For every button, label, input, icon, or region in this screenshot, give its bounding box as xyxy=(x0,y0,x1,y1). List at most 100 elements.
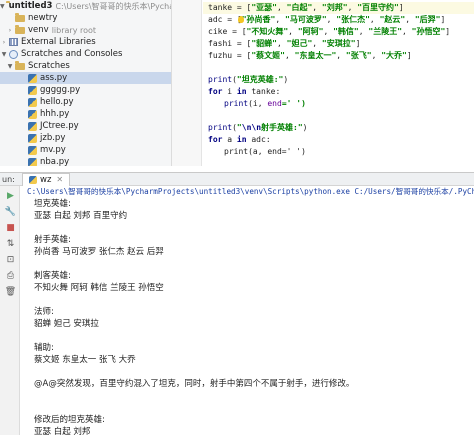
console-output-line: 修改后的坦克英雄: xyxy=(34,415,105,425)
string-literal: "安琪拉" xyxy=(321,39,356,48)
assign-operator: = [ xyxy=(232,39,252,48)
file-label: hhh.py xyxy=(40,109,70,119)
file-label: mv.py xyxy=(40,145,66,155)
variable-name: fuzhu xyxy=(208,51,233,60)
tree-label: venv xyxy=(28,25,49,35)
code-line-assignment: fuzhu = ["蔡文姬", "东皇太一", "张飞", "大乔"] xyxy=(208,50,412,62)
string-literal: "张仁杰" xyxy=(336,15,370,24)
console-output-line: @A@突然发现，百里守约混入了坦克，同时，射手中第四个不属于射手，进行修改。 xyxy=(34,379,355,389)
console-output-line: 不知火舞 阿轲 韩信 兰陵王 孙悟空 xyxy=(34,283,164,293)
string-literal: "孙尚香" xyxy=(241,15,276,24)
tree-label: Scratches xyxy=(28,61,70,71)
string-literal: "阿轲" xyxy=(297,27,324,36)
comma: , xyxy=(405,15,415,24)
code-line-assignment: cike = ["不知火舞", "阿轲", "韩信", "兰陵王", "孙悟空"… xyxy=(208,26,450,38)
console-output-line: 亚瑟 白起 刘邦 xyxy=(34,427,91,435)
console-output-line: 坦克英雄: xyxy=(34,199,71,209)
string-literal: "孙悟空" xyxy=(411,27,446,36)
comma: , xyxy=(371,51,382,60)
close-bracket: ] xyxy=(440,15,446,24)
python-file-icon xyxy=(29,175,37,184)
console-output-line: 射手英雄: xyxy=(34,235,71,245)
library-root-hint: library root xyxy=(51,25,97,35)
tree-row-file-selected[interactable]: ass.py xyxy=(0,72,171,84)
folder-icon xyxy=(15,24,25,34)
code-line-print-2: print("\n\n射手英雄:") xyxy=(208,123,308,132)
tree-label: Scratches and Consoles xyxy=(21,49,123,59)
string-literal: "后羿" xyxy=(414,15,441,24)
comma: , xyxy=(358,27,369,36)
assign-operator: = [ xyxy=(232,51,252,60)
tree-row-file[interactable]: ggggg.py xyxy=(0,84,171,96)
stop-icon[interactable]: ■ xyxy=(5,222,16,233)
project-tree: ▼ untitled3 C:\Users\智哥哥的快乐本\Pycharm new… xyxy=(0,0,172,166)
comma: , xyxy=(285,51,295,60)
run-tab-wz[interactable]: wz ✕ xyxy=(22,172,71,186)
comma: , xyxy=(312,3,322,12)
tree-row-scratches-and-consoles[interactable]: ▼ Scratches and Consoles xyxy=(0,48,171,60)
tree-row-venv[interactable]: › venv library root xyxy=(0,24,171,36)
comma: , xyxy=(277,3,287,12)
expand-arrow-icon[interactable]: › xyxy=(0,39,8,46)
rerun-icon[interactable]: ⇅ xyxy=(5,238,16,249)
comma: , xyxy=(369,15,380,24)
variable-name: adc xyxy=(208,15,223,24)
tree-row-newtry[interactable]: newtry xyxy=(0,12,171,24)
python-file-icon xyxy=(28,145,37,155)
tree-row-untitled3[interactable]: ▼ untitled3 C:\Users\智哥哥的快乐本\Pycharm xyxy=(0,0,171,12)
string-literal: "蔡文姬" xyxy=(251,51,285,60)
file-label: jzb.py xyxy=(40,133,66,143)
run-toolbar: ▶ 🔧 ■ ⇅ ⊡ ⎙ 🗑 xyxy=(0,186,20,435)
expand-arrow-icon[interactable]: ▼ xyxy=(6,63,14,70)
close-icon[interactable]: ✕ xyxy=(56,175,63,184)
wrench-icon[interactable]: 🔧 xyxy=(5,206,16,217)
comma: , xyxy=(347,3,358,12)
code-line-print-1: print("坦克英雄:") xyxy=(208,75,289,84)
comma: , xyxy=(312,39,322,48)
run-tab-label: wz xyxy=(40,174,52,185)
tree-row-external-libraries[interactable]: › External Libraries xyxy=(0,36,171,48)
variable-name: tanke xyxy=(208,3,233,12)
tree-row-file[interactable]: hello.py xyxy=(0,96,171,108)
code-line-print-i: print(i, end=' ') xyxy=(224,99,306,108)
pin-icon[interactable]: ⊡ xyxy=(5,254,16,265)
project-path: C:\Users\智哥哥的快乐本\Pycharm xyxy=(55,1,171,11)
expand-arrow-icon[interactable]: ▼ xyxy=(0,51,8,58)
expand-arrow-icon[interactable]: › xyxy=(6,27,14,34)
editor-gutter[interactable] xyxy=(172,0,372,166)
comma: , xyxy=(275,15,285,24)
tree-row-file[interactable]: JCtree.py xyxy=(0,120,171,132)
print-icon[interactable]: ⎙ xyxy=(5,270,16,281)
console-output-line: 孙尚香 马可波罗 张仁杰 赵云 后羿 xyxy=(34,247,164,257)
tree-row-file[interactable]: mv.py xyxy=(0,144,171,156)
lightbulb-icon[interactable] xyxy=(238,16,244,23)
code-editor[interactable]: print("坦克英雄:") for i in tanke: print(i, … xyxy=(203,0,474,166)
assign-operator: = [ xyxy=(227,27,247,36)
scratches-icon xyxy=(9,49,18,59)
comma: , xyxy=(326,15,337,24)
top-area: ▼ untitled3 C:\Users\智哥哥的快乐本\Pycharm new… xyxy=(0,0,474,166)
python-file-icon xyxy=(28,109,37,119)
folder-icon xyxy=(15,60,25,70)
string-literal: "兰陵王" xyxy=(368,27,403,36)
code-line-assignment: tanke = ["亚瑟", "白起", "刘邦", "百里守约"] xyxy=(208,2,404,14)
variable-name: fashi xyxy=(208,39,233,48)
console-output-line: 刺客英雄: xyxy=(34,271,71,281)
tree-row-scratches[interactable]: ▼ Scratches xyxy=(0,60,171,72)
console-output-line: 法师: xyxy=(34,307,54,317)
tree-row-file[interactable]: hhh.py xyxy=(0,108,171,120)
tree-row-file[interactable]: jzb.py xyxy=(0,132,171,144)
run-label: un: xyxy=(2,174,15,184)
console-output-line: 辅助: xyxy=(34,343,54,353)
close-bracket: ] xyxy=(398,3,404,12)
tree-row-file[interactable]: nba.py xyxy=(0,156,171,166)
play-icon[interactable]: ▶ xyxy=(5,190,16,201)
run-console-output[interactable]: C:\Users\智哥哥的快乐本\PycharmProjects\untitle… xyxy=(21,186,474,435)
expand-arrow-icon[interactable]: ▼ xyxy=(0,3,5,10)
trash-icon[interactable]: 🗑 xyxy=(5,286,16,297)
string-literal: "大乔" xyxy=(381,51,407,60)
comma: , xyxy=(336,51,346,60)
python-file-icon xyxy=(28,133,37,143)
string-literal: "刘邦" xyxy=(321,3,348,12)
python-file-icon xyxy=(28,85,37,95)
